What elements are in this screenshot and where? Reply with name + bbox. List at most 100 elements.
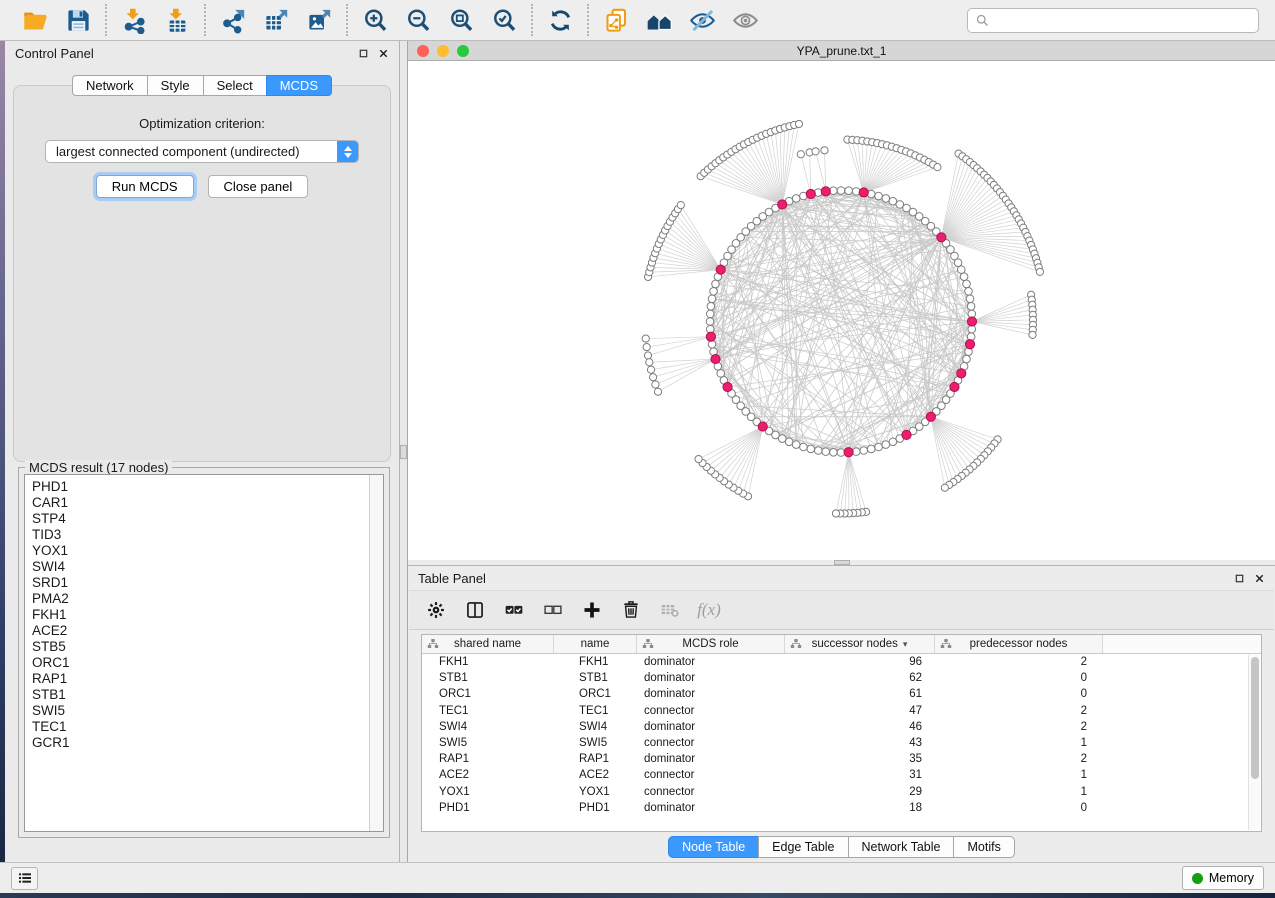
network-node[interactable]	[889, 438, 897, 446]
mcds-list-scrollbar[interactable]	[369, 475, 383, 831]
task-history-button[interactable]	[11, 867, 38, 890]
network-node[interactable]	[695, 455, 702, 462]
network-node[interactable]	[649, 374, 656, 381]
network-node[interactable]	[643, 343, 650, 350]
table-scrollbar-thumb[interactable]	[1251, 657, 1259, 779]
network-node[interactable]	[652, 381, 659, 388]
mcds-result-item[interactable]: STB1	[32, 687, 369, 703]
save-session-button[interactable]	[63, 5, 93, 35]
mcds-result-item[interactable]: FKH1	[32, 607, 369, 623]
column-header-shared-name[interactable]: shared name	[422, 635, 554, 653]
network-node[interactable]	[706, 310, 714, 318]
close-panel-icon[interactable]	[378, 48, 389, 59]
table-row[interactable]: ORC1ORC1dominator610	[422, 686, 1261, 702]
network-hub-node[interactable]	[902, 430, 911, 439]
table-row[interactable]: SWI4SWI4dominator462	[422, 719, 1261, 735]
memory-button[interactable]: Memory	[1182, 866, 1264, 890]
network-node[interactable]	[1036, 268, 1043, 275]
network-hub-node[interactable]	[937, 233, 946, 242]
network-node[interactable]	[642, 335, 649, 342]
network-node[interactable]	[797, 151, 804, 158]
network-node[interactable]	[717, 370, 725, 378]
float-panel-icon[interactable]	[358, 48, 369, 59]
mcds-result-item[interactable]: STP4	[32, 511, 369, 527]
network-hub-node[interactable]	[859, 188, 868, 197]
mcds-result-item[interactable]: PHD1	[32, 479, 369, 495]
table-row[interactable]: ACE2ACE2connector311	[422, 767, 1261, 783]
mcds-result-item[interactable]: RAP1	[32, 671, 369, 687]
network-node[interactable]	[941, 484, 948, 491]
network-hub-node[interactable]	[711, 354, 720, 363]
mcds-result-item[interactable]: CAR1	[32, 495, 369, 511]
network-node[interactable]	[875, 443, 883, 451]
network-node[interactable]	[882, 195, 890, 203]
table-row[interactable]: FKH1FKH1dominator962	[422, 654, 1261, 670]
tab-motifs[interactable]: Motifs	[953, 836, 1014, 858]
vertical-splitter[interactable]	[400, 41, 408, 862]
zoom-in-button[interactable]	[360, 5, 390, 35]
network-hub-node[interactable]	[758, 422, 767, 431]
show-all-button[interactable]	[730, 5, 760, 35]
network-node[interactable]	[875, 192, 883, 200]
table-row[interactable]: RAP1RAP1dominator352	[422, 751, 1261, 767]
network-node[interactable]	[830, 448, 838, 456]
network-node[interactable]	[707, 302, 715, 310]
network-hub-node[interactable]	[806, 189, 815, 198]
delete-column-button[interactable]	[620, 599, 642, 621]
first-neighbors-button[interactable]	[644, 5, 674, 35]
select-all-button[interactable]	[503, 599, 525, 621]
network-node[interactable]	[832, 510, 839, 517]
add-column-button[interactable]	[581, 599, 603, 621]
table-scrollbar[interactable]	[1248, 655, 1260, 830]
network-node[interactable]	[966, 295, 974, 303]
network-node[interactable]	[934, 164, 941, 171]
search-input[interactable]	[995, 13, 1251, 27]
network-hub-node[interactable]	[957, 369, 966, 378]
tab-network-table[interactable]: Network Table	[848, 836, 955, 858]
table-row[interactable]: YOX1YOX1connector291	[422, 784, 1261, 800]
network-hub-node[interactable]	[967, 317, 976, 326]
network-hub-node[interactable]	[965, 340, 974, 349]
mcds-result-item[interactable]: YOX1	[32, 543, 369, 559]
mcds-result-item[interactable]: SWI4	[32, 559, 369, 575]
mcds-result-item[interactable]: TID3	[32, 527, 369, 543]
network-hub-node[interactable]	[950, 382, 959, 391]
mcds-result-item[interactable]: ORC1	[32, 655, 369, 671]
network-node[interactable]	[644, 352, 651, 359]
tab-mcds[interactable]: MCDS	[266, 75, 332, 96]
hide-selected-button[interactable]	[687, 5, 717, 35]
column-header-MCDS-role[interactable]: MCDS role	[637, 635, 785, 653]
network-node[interactable]	[792, 195, 800, 203]
vertical-splitter-grip[interactable]	[400, 445, 407, 459]
network-hub-node[interactable]	[821, 187, 830, 196]
mcds-result-item[interactable]: TEC1	[32, 719, 369, 735]
network-node[interactable]	[867, 445, 875, 453]
mcds-result-item[interactable]: ACE2	[32, 623, 369, 639]
network-hub-node[interactable]	[926, 412, 935, 421]
minimize-window-icon[interactable]	[437, 45, 449, 57]
network-node[interactable]	[960, 273, 968, 281]
network-node[interactable]	[646, 359, 653, 366]
horizontal-splitter[interactable]	[408, 560, 1275, 566]
network-hub-node[interactable]	[716, 265, 725, 274]
network-node[interactable]	[708, 295, 716, 303]
network-node[interactable]	[963, 355, 971, 363]
mcds-result-item[interactable]: SWI5	[32, 703, 369, 719]
mcds-result-item[interactable]: SRD1	[32, 575, 369, 591]
network-hub-node[interactable]	[778, 200, 787, 209]
network-node[interactable]	[800, 443, 808, 451]
run-mcds-button[interactable]: Run MCDS	[96, 175, 194, 198]
close-window-icon[interactable]	[417, 45, 429, 57]
mcds-result-item[interactable]: GCR1	[32, 735, 369, 751]
network-node[interactable]	[967, 302, 975, 310]
zoom-out-button[interactable]	[403, 5, 433, 35]
settings-gear-button[interactable]	[425, 599, 447, 621]
network-node[interactable]	[807, 445, 815, 453]
refresh-view-button[interactable]	[545, 5, 575, 35]
network-node[interactable]	[845, 187, 853, 195]
network-node[interactable]	[712, 280, 720, 288]
search-box[interactable]	[967, 8, 1259, 33]
clone-network-button[interactable]	[601, 5, 631, 35]
table-row[interactable]: TEC1TEC1connector472	[422, 703, 1261, 719]
zoom-selected-button[interactable]	[489, 5, 519, 35]
